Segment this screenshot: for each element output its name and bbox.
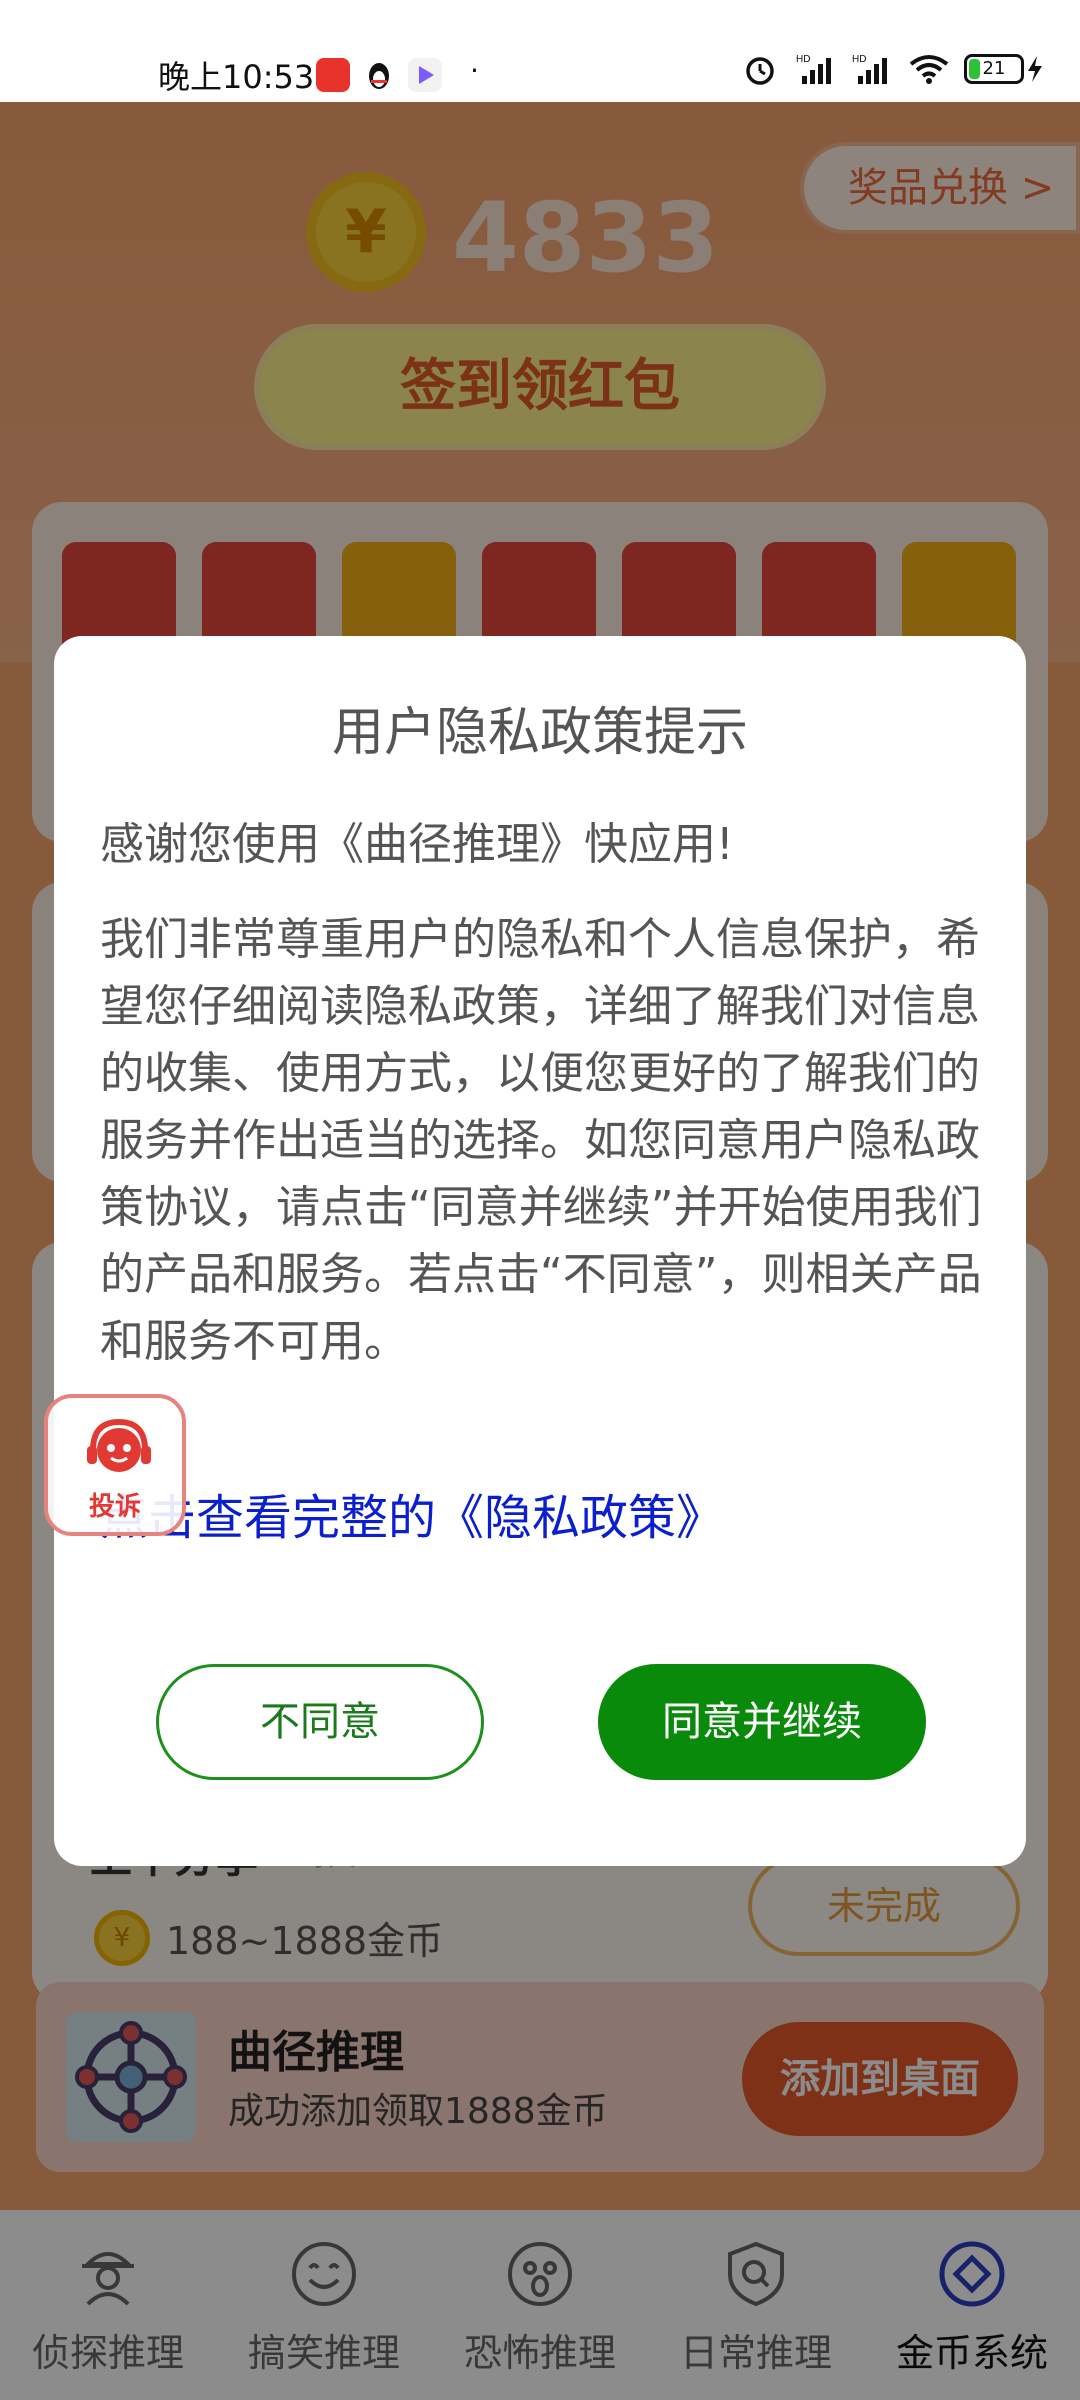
- privacy-dialog: 用户隐私政策提示 感谢您使用《曲径推理》快应用! 我们非常尊重用户的隐私和个人信…: [54, 636, 1026, 1866]
- customer-service-icon: [87, 1418, 151, 1472]
- netease-music-icon: [316, 58, 350, 92]
- disagree-button[interactable]: 不同意: [156, 1664, 484, 1780]
- agree-continue-button[interactable]: 同意并继续: [598, 1664, 926, 1780]
- dialog-intro: 感谢您使用《曲径推理》快应用!: [100, 819, 734, 870]
- qq-penguin-icon: [362, 58, 396, 92]
- wifi-icon: [908, 52, 949, 86]
- svg-text:HD: HD: [852, 54, 866, 65]
- status-bar: 晚上10:53 · HD HD 21: [0, 0, 1080, 102]
- dialog-body: 我们非常尊重用户的隐私和个人信息保护，希望您仔细阅读隐私政策，详细了解我们对信息…: [100, 914, 982, 1367]
- battery-level-text: 21: [982, 58, 1006, 79]
- status-time: 晚上10:53: [158, 58, 315, 96]
- complaint-label: 投诉: [88, 1492, 141, 1522]
- svg-text:HD: HD: [796, 54, 810, 65]
- alarm-clock-icon: [740, 52, 780, 86]
- signal-hd-icon-1: HD: [796, 52, 836, 86]
- dialog-title: 用户隐私政策提示: [331, 703, 748, 763]
- status-right-group: HD HD 21: [740, 52, 1046, 86]
- complaint-float-button[interactable]: 投诉: [44, 1394, 186, 1536]
- notification-dot: ·: [470, 54, 479, 87]
- signal-hd-icon-2: HD: [852, 52, 892, 86]
- battery-indicator: 21: [964, 54, 1046, 84]
- charging-bolt-icon: [1028, 56, 1042, 82]
- video-play-icon: [408, 58, 442, 92]
- privacy-policy-link[interactable]: 点击查看完整的《隐私政策》: [100, 1478, 724, 1548]
